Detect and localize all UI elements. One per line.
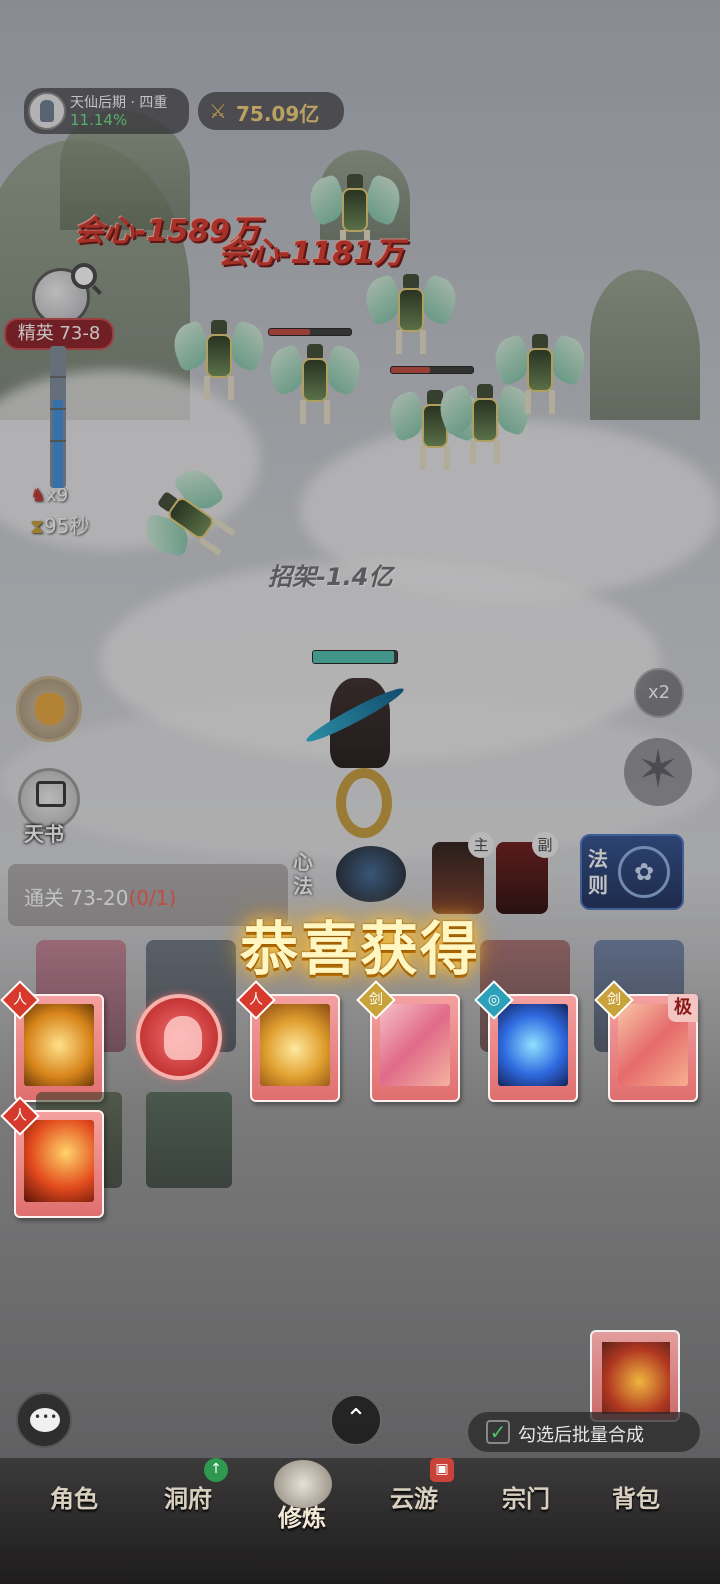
nav-sect[interactable]: 宗门 (476, 1474, 576, 1538)
enemy-bird[interactable] (359, 270, 463, 360)
nav-label: 宗门 (502, 1485, 550, 1513)
nav-cultivate[interactable]: 修炼 (252, 1460, 352, 1538)
hexagram-icon: ✶ (636, 740, 680, 800)
formation-button[interactable]: ✶ (624, 738, 692, 806)
nav-cave[interactable]: 洞府 ↑ (138, 1458, 238, 1538)
stage-progress-track (50, 346, 66, 488)
pouch-button[interactable] (16, 676, 82, 742)
enemy-hp-bar (268, 328, 352, 336)
stage-progress-fill (53, 399, 63, 488)
reward-card[interactable]: 剑 (356, 980, 460, 1102)
law-button[interactable]: 法则 ✿ (580, 834, 684, 910)
chat-button[interactable] (16, 1392, 72, 1448)
inventory-card (146, 1092, 232, 1188)
magnify-icon[interactable] (71, 263, 97, 289)
enemy-bird[interactable] (263, 340, 367, 430)
tianshu-label: 天书 (24, 822, 64, 846)
nav-label: 洞府 (164, 1485, 212, 1513)
speed-toggle-button[interactable]: x2 (634, 668, 684, 718)
reward-title: 恭喜获得 (239, 915, 480, 983)
nav-label: 角色 (50, 1485, 98, 1513)
player-hp-bar (312, 650, 398, 664)
upgrade-arrow-icon: ↑ (204, 1458, 228, 1482)
hourglass-icon: ⧗ (30, 514, 45, 538)
cultivate-avatar-icon (274, 1460, 332, 1508)
nav-travel[interactable]: 云游 ▣ (364, 1458, 464, 1538)
player-character (290, 668, 430, 858)
reward-card[interactable]: 剑 极 (594, 980, 698, 1102)
chat-bubble-icon (30, 1408, 60, 1432)
ticket-icon: ▣ (430, 1458, 454, 1482)
realm-name: 天仙后期 · 四重 (70, 95, 168, 111)
crit-damage-text: 会心-1181万 (218, 236, 404, 271)
nav-bag[interactable]: 背包 (586, 1474, 686, 1538)
crossed-swords-icon: ⚔ (209, 99, 227, 123)
main-tag: 主 (468, 832, 494, 858)
kill-counter: ♞x9 (30, 485, 68, 506)
bottom-nav: 角色 洞府 ↑ 修炼 云游 ▣ 宗门 背包 (0, 1458, 720, 1584)
reward-card[interactable]: 人 (236, 980, 340, 1102)
enemy-hp-bar (390, 366, 474, 374)
reward-card[interactable]: ◎ (474, 980, 578, 1102)
realm-panel[interactable]: 天仙后期 · 四重 11.14% (24, 88, 189, 134)
nav-role[interactable]: 角色 (24, 1474, 124, 1538)
realm-avatar-icon (28, 92, 66, 130)
batch-synthesize-toggle[interactable]: ✓ 勾选后批量合成 (468, 1412, 700, 1452)
power-value: 75.09亿 (236, 102, 320, 126)
checkbox-icon[interactable]: ✓ (486, 1420, 510, 1444)
enemy-bird[interactable] (488, 330, 592, 420)
realm-progress: 11.14% (70, 111, 128, 129)
inventory-card[interactable] (590, 1330, 680, 1422)
rank-badge: 极 (668, 994, 698, 1022)
reward-orb[interactable] (136, 994, 222, 1080)
lotus-icon: ✿ (618, 846, 670, 898)
pouch-icon (35, 693, 65, 725)
nav-label: 背包 (612, 1485, 660, 1513)
timer-value: 95秒 (44, 514, 90, 538)
expand-button[interactable]: ⌃ (330, 1394, 382, 1446)
stage-timer: ⧗95秒 (30, 510, 90, 539)
enemy-bird[interactable] (167, 316, 271, 406)
reward-card[interactable]: 人 (0, 980, 104, 1102)
reward-card[interactable]: 人 (0, 1096, 104, 1218)
xinfa-slot[interactable] (336, 846, 406, 902)
figure-icon (164, 1016, 202, 1060)
kill-count: x9 (46, 485, 69, 506)
parry-damage-text: 招架-1.4亿 (268, 563, 393, 591)
xinfa-label: 心法 (293, 850, 313, 898)
wolf-head-icon: ♞ (30, 485, 47, 506)
law-label: 法则 (588, 847, 608, 897)
sub-tag: 副 (532, 832, 558, 858)
power-panel[interactable]: ⚔ 75.09亿 (198, 92, 344, 130)
book-icon (36, 781, 66, 807)
batch-label: 勾选后批量合成 (518, 1425, 644, 1446)
